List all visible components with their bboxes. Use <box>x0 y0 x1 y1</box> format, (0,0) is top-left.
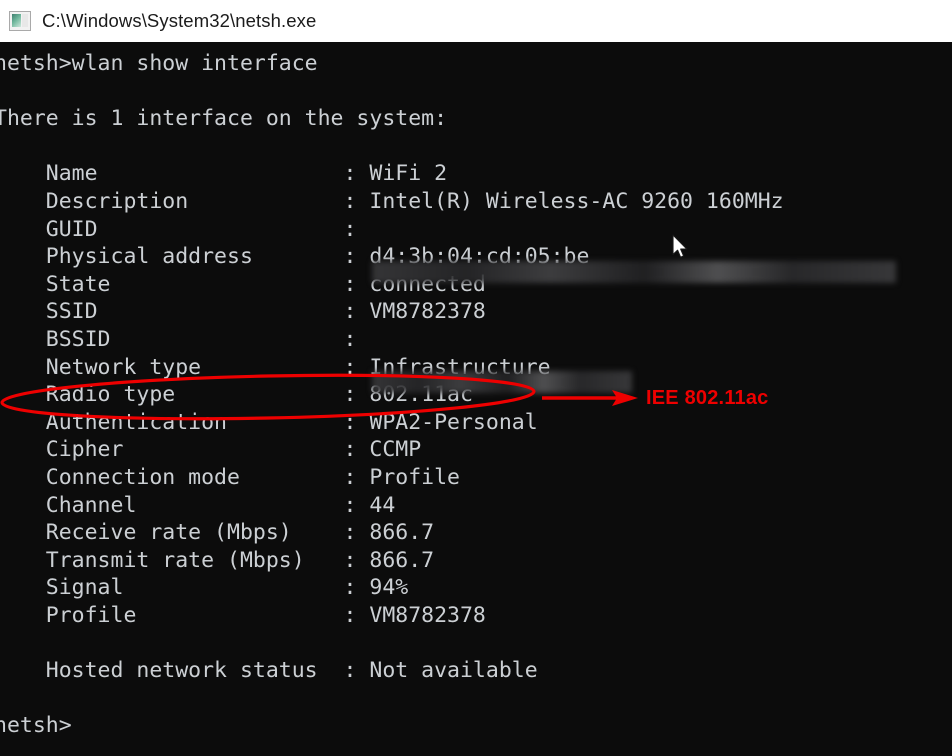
console-icon-gradient-block <box>12 14 21 27</box>
annotation-label-text: IEE 802.11ac <box>646 387 769 409</box>
mouse-pointer-cursor <box>672 234 688 258</box>
console-icon-page-block <box>22 14 28 27</box>
window-title-bar: C:\Windows\System32\netsh.exe <box>0 0 952 42</box>
bssid-redaction-bar <box>372 371 632 393</box>
guid-redaction-bar <box>372 261 896 283</box>
console-window-icon <box>9 11 31 31</box>
window-title-text: C:\Windows\System32\netsh.exe <box>42 10 317 31</box>
terminal-output-area[interactable]: netsh>wlan show interface There is 1 int… <box>0 42 952 756</box>
netsh-console-window: C:\Windows\System32\netsh.exe netsh>wlan… <box>0 0 952 756</box>
